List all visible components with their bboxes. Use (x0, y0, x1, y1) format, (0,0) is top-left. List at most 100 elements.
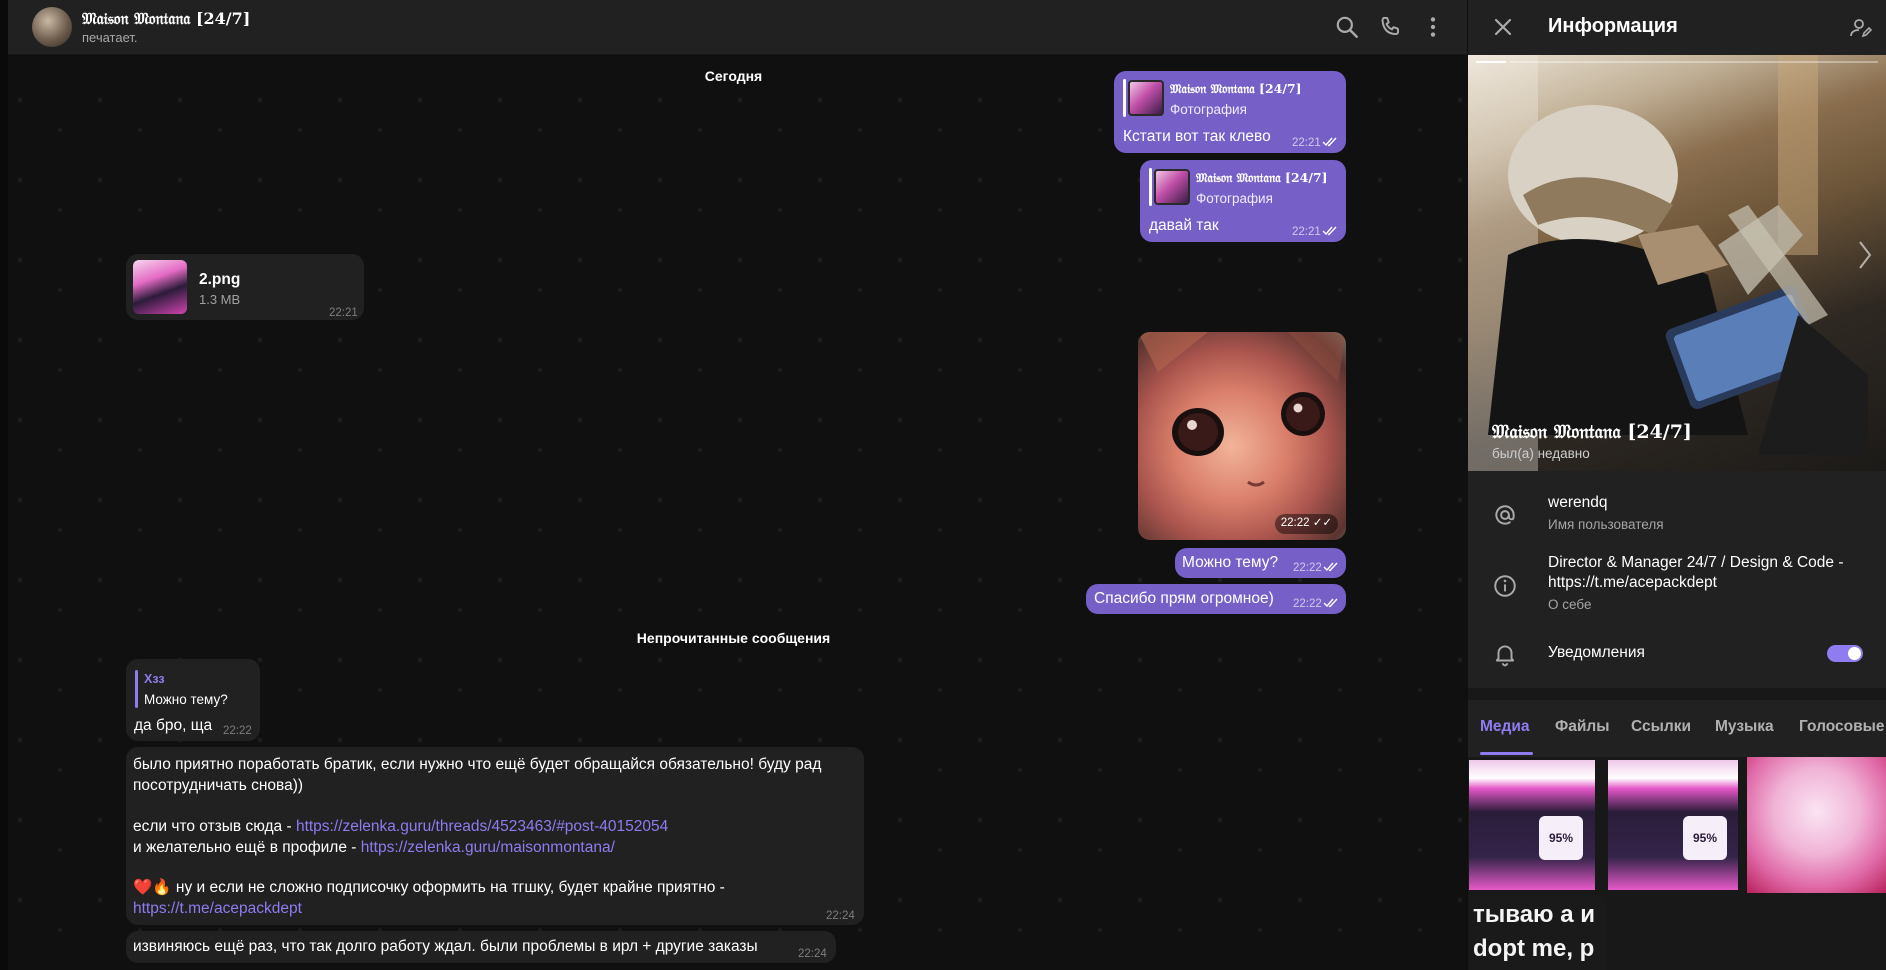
outgoing-message[interactable]: 𝔐𝔞𝔦𝔰𝔬𝔫 𝔐𝔬𝔫𝔱𝔞𝔫𝔞 [24/7] Фотография Кстати … (1114, 71, 1346, 153)
outgoing-message[interactable]: 𝔐𝔞𝔦𝔰𝔬𝔫 𝔐𝔬𝔫𝔱𝔞𝔫𝔞 [24/7] Фотография давай т… (1140, 160, 1346, 242)
message-time: 22:21 (1292, 226, 1321, 238)
edit-contact-icon[interactable] (1848, 16, 1872, 40)
tab-files[interactable]: Файлы (1555, 718, 1609, 736)
panel-title: Информация (1548, 15, 1678, 37)
at-sign-icon (1495, 505, 1515, 525)
chat-status: печатает. (82, 30, 138, 45)
last-seen: был(а) недавно (1492, 446, 1590, 461)
next-photo-icon[interactable] (1857, 240, 1873, 270)
message-text-line: посотрудничать снова)) (133, 777, 304, 794)
stat-card: 95% (1539, 816, 1583, 860)
tab-links[interactable]: Ссылки (1631, 718, 1691, 736)
message-time: 22:22 (223, 725, 252, 737)
read-checks-icon (1322, 226, 1337, 236)
toggle-knob (1848, 647, 1861, 660)
close-icon[interactable] (1492, 16, 1514, 38)
tab-media[interactable]: Медиа (1480, 718, 1530, 736)
info-icon (1494, 575, 1516, 597)
outgoing-message[interactable]: Спасибо прям огромное) 22:22 (1086, 584, 1346, 614)
read-checks-icon (1323, 598, 1338, 608)
photo-progress-active (1476, 61, 1506, 63)
reply-text: Фотография (1170, 102, 1247, 117)
message-text-line: и желательно ещё в профиле - https://zel… (133, 838, 615, 859)
reply-bar (1123, 79, 1126, 117)
notifications-label: Уведомления (1548, 644, 1645, 661)
stat-card: 95% (1683, 816, 1727, 860)
active-tab-indicator (1480, 752, 1533, 755)
message-time: 22:22 (1293, 598, 1322, 610)
incoming-message[interactable]: Хзз Можно тему? да бро, ща 22:22 (126, 659, 260, 741)
section-divider (1468, 688, 1886, 700)
chat-title[interactable]: 𝔐𝔞𝔦𝔰𝔬𝔫 𝔐𝔬𝔫𝔱𝔞𝔫𝔞 [24/7] (82, 9, 250, 29)
photo-message[interactable]: 22:22 ✓✓ (1138, 332, 1346, 540)
bio-text: Director & Manager 24/7 / Design & Code … (1548, 554, 1844, 571)
message-text: Спасибо прям огромное) (1094, 590, 1274, 607)
profile-name: 𝔐𝔞𝔦𝔰𝔬𝔫 𝔐𝔬𝔫𝔱𝔞𝔫𝔞 [24/7] (1492, 421, 1692, 443)
message-text: да бро, ща (134, 717, 213, 734)
reply-author: 𝔐𝔞𝔦𝔰𝔬𝔫 𝔐𝔬𝔫𝔱𝔞𝔫𝔞 [24/7] (1196, 170, 1328, 185)
reply-author: Хзз (144, 672, 165, 686)
sidebar-edge (0, 0, 8, 970)
reply-bar (1149, 168, 1152, 206)
outgoing-message[interactable]: Можно тему? 22:22 (1175, 548, 1346, 578)
message-time: 22:21 (329, 307, 358, 319)
bell-icon (1495, 645, 1515, 667)
username[interactable]: werendq (1548, 494, 1607, 512)
more-menu-icon[interactable] (1420, 14, 1446, 40)
message-text: Можно тему? (1182, 554, 1279, 571)
username-label: Имя пользователя (1548, 517, 1664, 532)
reply-text: Можно тему? (144, 692, 228, 707)
file-name: 2.png (199, 271, 241, 288)
reply-bar (135, 670, 138, 708)
search-icon[interactable] (1334, 14, 1360, 40)
chat-header: 𝔐𝔞𝔦𝔰𝔬𝔫 𝔐𝔬𝔫𝔱𝔞𝔫𝔞 [24/7] печатает. (8, 0, 1467, 55)
read-checks-icon (1323, 562, 1338, 572)
bio-label: О себе (1548, 597, 1592, 612)
chat-avatar[interactable] (32, 7, 72, 47)
reply-text: Фотография (1196, 191, 1273, 206)
tab-voice[interactable]: Голосовые (1799, 718, 1884, 736)
file-thumbnail[interactable] (133, 260, 187, 314)
message-time: 22:22 (1293, 562, 1322, 574)
phone-icon[interactable] (1377, 14, 1403, 40)
tab-music[interactable]: Музыка (1715, 718, 1774, 736)
cat-photo (1138, 332, 1346, 487)
incoming-message[interactable]: извиняюсь ещё раз, что так долго работу … (126, 931, 836, 963)
media-thumbnail[interactable]: 95% (1608, 760, 1738, 890)
read-checks-icon (1322, 137, 1337, 147)
profile-link[interactable]: https://zelenka.guru/maisonmontana/ (361, 839, 615, 856)
message-text: давай так (1149, 217, 1219, 234)
unread-separator: Непрочитанные сообщения (636, 630, 831, 646)
photo-progress-track (1510, 61, 1878, 63)
media-grid: 95% 95% тываю а и dopt me, p (1468, 757, 1886, 970)
bio-link[interactable]: https://t.me/acepackdept (1548, 574, 1717, 592)
file-message[interactable]: 2.png 1.3 MB 22:21 (126, 254, 364, 320)
profile-photo[interactable] (1468, 55, 1886, 471)
photo-time-badge: 22:22 ✓✓ (1274, 514, 1338, 534)
message-time: 22:21 (1292, 137, 1321, 149)
person-photo (1468, 55, 1868, 471)
file-size: 1.3 MB (199, 292, 241, 307)
message-text: извиняюсь ещё раз, что так долго работу … (133, 938, 758, 955)
message-text-line: ❤️🔥 ну и если не сложно подписочку оформ… (133, 879, 725, 896)
message-text-line: если что отзыв сюда - https://zelenka.gu… (133, 817, 668, 838)
media-text: тываю а и (1473, 901, 1595, 928)
media-thumbnail[interactable] (1747, 757, 1886, 893)
message-text: Кстати вот так клево (1123, 128, 1271, 145)
media-thumbnail[interactable]: 95% (1469, 760, 1595, 890)
profile-label: и желательно ещё в профиле - (133, 839, 361, 856)
message-text-line: было приятно поработать братик, если нуж… (133, 756, 822, 773)
reply-author: 𝔐𝔞𝔦𝔰𝔬𝔫 𝔐𝔬𝔫𝔱𝔞𝔫𝔞 [24/7] (1170, 81, 1302, 96)
chat-area: 𝔐𝔞𝔦𝔰𝔬𝔫 𝔐𝔬𝔫𝔱𝔞𝔫𝔞 [24/7] печатает. Сегодня … (0, 0, 1467, 970)
panel-header: Информация (1468, 0, 1886, 55)
reply-thumbnail (1154, 169, 1190, 205)
review-link[interactable]: https://zelenka.guru/threads/4523463/#po… (296, 818, 668, 835)
channel-link[interactable]: https://t.me/acepackdept (133, 899, 302, 920)
incoming-message[interactable]: было приятно поработать братик, если нуж… (126, 747, 864, 925)
reply-thumbnail (1128, 80, 1164, 116)
message-time: 22:24 (826, 910, 855, 922)
notifications-toggle[interactable] (1827, 645, 1863, 662)
media-thumbnail[interactable]: тываю а и dopt me, p (1469, 897, 1605, 970)
message-time: 22:24 (798, 948, 827, 960)
telegram-window: 𝔐𝔞𝔦𝔰𝔬𝔫 𝔐𝔬𝔫𝔱𝔞𝔫𝔞 [24/7] печатает. Сегодня … (0, 0, 1886, 970)
